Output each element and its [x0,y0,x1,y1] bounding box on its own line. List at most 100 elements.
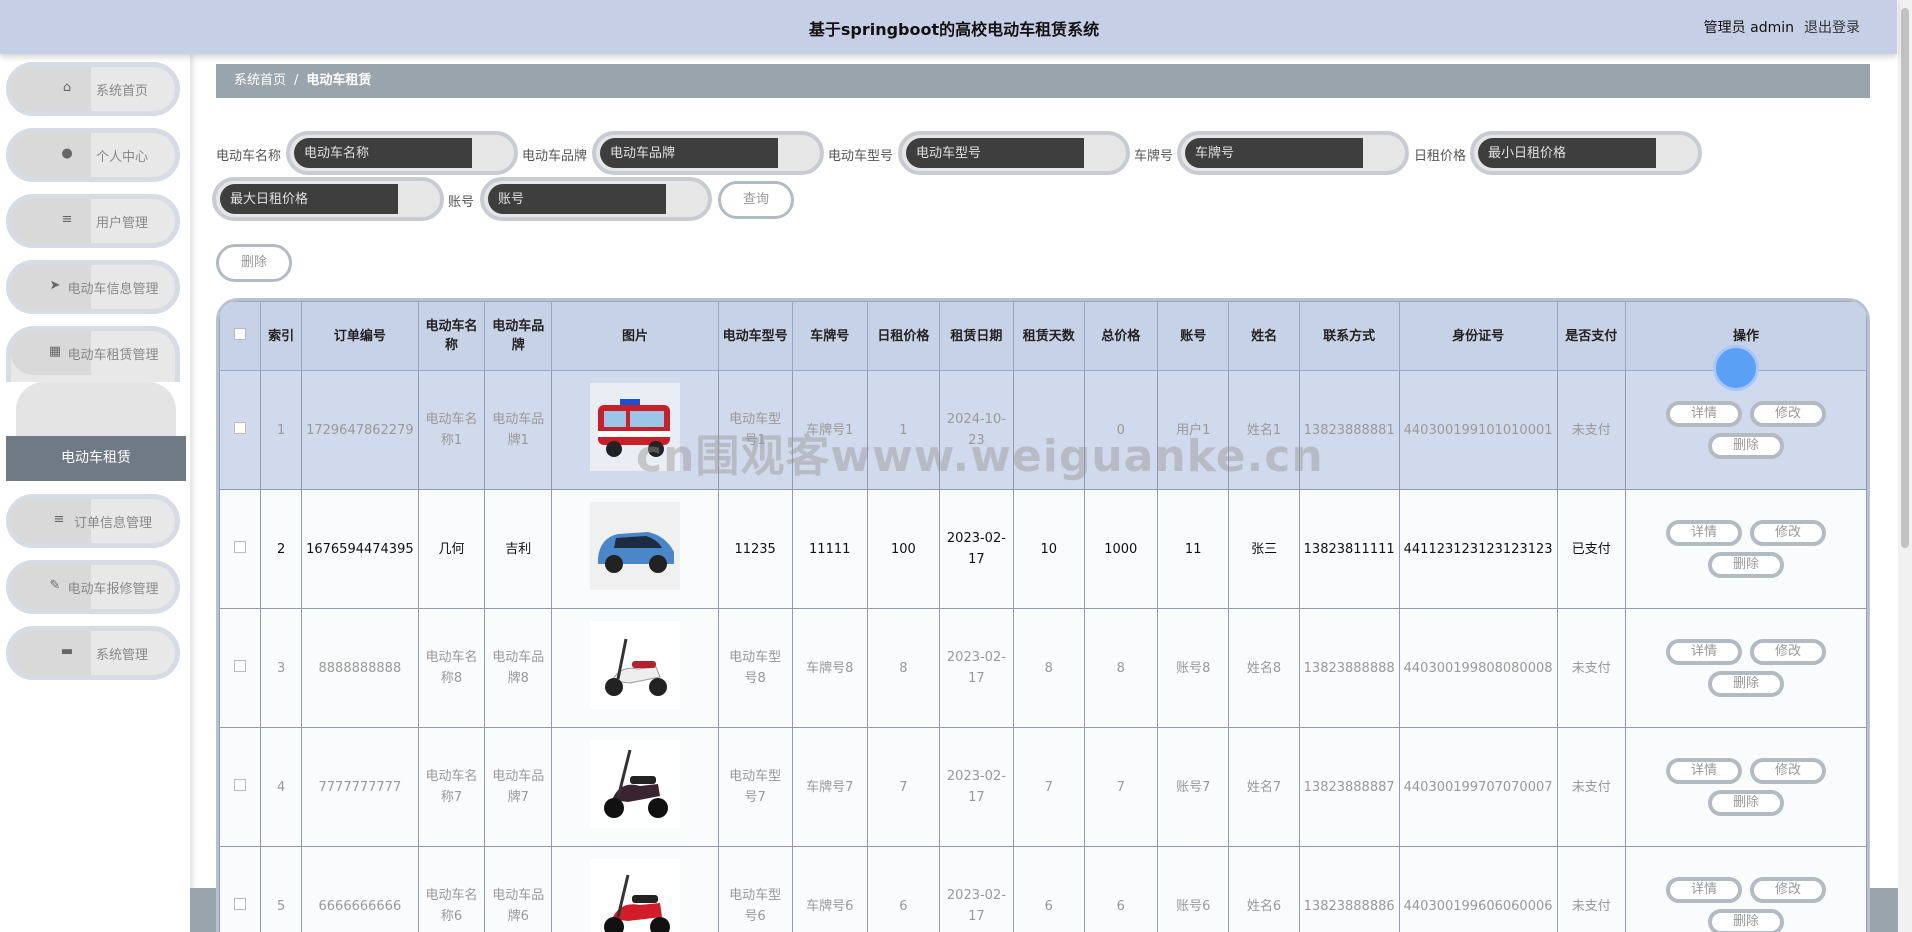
top-header: 基于springboot的高校电动车租赁系统 管理员 admin 退出登录 [0,0,1897,54]
delete-button[interactable]: 删除 [1708,909,1784,932]
table-row: 1 1729647862279 电动车名称1 电动车品牌1 电动车型号1 车牌号1 1 202… [219,370,1867,490]
sidebar-item-system[interactable]: ▬ 系统管理 [6,626,180,680]
min-price-field[interactable] [1470,131,1702,175]
edit-button[interactable]: 修改 [1750,877,1826,903]
cell-name: 电动车名称8 [417,608,486,728]
cell-date: 2023-02-17 [938,489,1014,609]
batch-delete-button[interactable]: 删除 [216,244,292,282]
delete-button[interactable]: 删除 [1708,671,1784,697]
edit-button[interactable]: 修改 [1750,520,1826,546]
account-field[interactable] [480,177,712,221]
edit-button[interactable]: 修改 [1750,401,1826,427]
cell-index: 1 [260,370,303,490]
cell-name: 电动车名称7 [417,727,486,847]
col-id-card: 身份证号 [1398,301,1558,371]
cell-date: 2023-02-17 [938,727,1014,847]
cell-image [551,370,719,490]
cell-account: 账号8 [1156,608,1230,728]
name-input[interactable] [294,138,472,168]
sidebar-item-bike-info[interactable]: ➤ 电动车信息管理 [6,260,180,314]
col-person: 姓名 [1228,301,1300,371]
row-checkbox[interactable] [234,897,247,910]
cell-ops: 详情 修改删除 [1625,608,1867,728]
cell-date: 2023-02-17 [938,846,1014,932]
cell-price: 7 [866,727,940,847]
cell-phone: 13823888888 [1298,608,1400,728]
cell-days: 7 [1012,727,1085,847]
max-price-field[interactable] [212,177,444,221]
breadcrumb-home[interactable]: 系统首页 [234,73,286,88]
detail-button[interactable]: 详情 [1666,877,1742,903]
cell-order-no: 6666666666 [301,846,419,932]
delete-button[interactable]: 删除 [1708,790,1784,816]
detail-button[interactable]: 详情 [1666,639,1742,665]
brand-field[interactable] [592,131,824,175]
cell-model: 电动车型号6 [717,846,793,932]
cell-paid: 未支付 [1556,370,1627,490]
row-checkbox[interactable] [234,421,247,434]
col-total: 总价格 [1083,301,1158,371]
model-field[interactable] [898,131,1130,175]
cell-model: 电动车型号7 [717,727,793,847]
sidebar-item-rental[interactable]: ▦ 电动车租赁管理 [6,326,180,382]
model-input[interactable] [906,138,1084,168]
col-account: 账号 [1156,301,1230,371]
cell-total: 8 [1083,608,1158,728]
submenu-rental[interactable]: 电动车租赁 [6,436,186,481]
row-checkbox[interactable] [234,659,247,672]
cell-days: 8 [1012,608,1085,728]
delete-button[interactable]: 删除 [1708,552,1784,578]
cell-paid: 未支付 [1556,608,1627,728]
select-all-checkbox[interactable] [234,327,247,340]
breadcrumb-current: 电动车租赁 [306,73,372,88]
cell-brand: 电动车品牌7 [484,727,553,847]
brand-input[interactable] [600,138,778,168]
vertical-scrollbar[interactable] [1898,0,1912,932]
cell-days: 6 [1012,846,1085,932]
sidebar-item-profile[interactable]: ● 个人中心 [6,128,180,182]
name-field[interactable] [286,131,518,175]
edit-button[interactable]: 修改 [1750,639,1826,665]
bike-image [589,501,680,594]
table-row: 5 6666666666 电动车名称6 电动车品牌6 电动车型号6 车牌号6 6 2023-0… [219,846,1867,932]
account-label: 账号 [448,195,475,210]
bike-image [589,739,680,832]
col-name: 电动车名称 [417,301,486,371]
col-order-no: 订单编号 [301,301,419,371]
cell-date: 2024-10-23 [938,370,1014,490]
detail-button[interactable]: 详情 [1666,520,1742,546]
plate-field[interactable] [1177,131,1409,175]
row-checkbox[interactable] [234,540,247,553]
sidebar-item-orders[interactable]: ≡ 订单信息管理 [6,494,180,548]
cell-index: 5 [260,846,303,932]
cell-image [551,608,719,728]
cell-plate: 车牌号7 [791,727,868,847]
bike-image [589,620,680,713]
briefcase-icon: ▬ [60,644,74,659]
logout-link[interactable]: 退出登录 [1804,17,1860,37]
max-price-input[interactable] [220,184,398,214]
table-row: 2 1676594474395 几何 吉利 11235 11111 100 2023-02-1… [219,489,1867,609]
cell-person: 姓名6 [1228,846,1300,932]
col-index: 索引 [260,301,303,371]
query-button[interactable]: 查询 [718,181,794,219]
cell-phone: 13823888887 [1298,727,1400,847]
cell-id-card: 440300199707070007 [1398,727,1558,847]
sidebar-item-repair[interactable]: ✎ 电动车报修管理 [6,560,180,614]
cell-account: 账号6 [1156,846,1230,932]
row-checkbox[interactable] [234,778,247,791]
edit-button[interactable]: 修改 [1750,758,1826,784]
account-input[interactable] [488,184,666,214]
detail-button[interactable]: 详情 [1666,401,1742,427]
plate-input[interactable] [1185,138,1363,168]
delete-button[interactable]: 删除 [1708,433,1784,459]
drag-handle-circle[interactable] [1713,345,1759,391]
sidebar-item-label: 电动车信息管理 [67,282,159,297]
sidebar-item-users[interactable]: ≡ 用户管理 [6,194,180,248]
sidebar-item-home[interactable]: ⌂ 系统首页 [6,62,180,116]
cell-name: 几何 [417,489,486,609]
detail-button[interactable]: 详情 [1666,758,1742,784]
min-price-input[interactable] [1478,138,1656,168]
cell-id-card: 440300199101010001 [1398,370,1558,490]
cell-plate: 车牌号1 [791,370,868,490]
